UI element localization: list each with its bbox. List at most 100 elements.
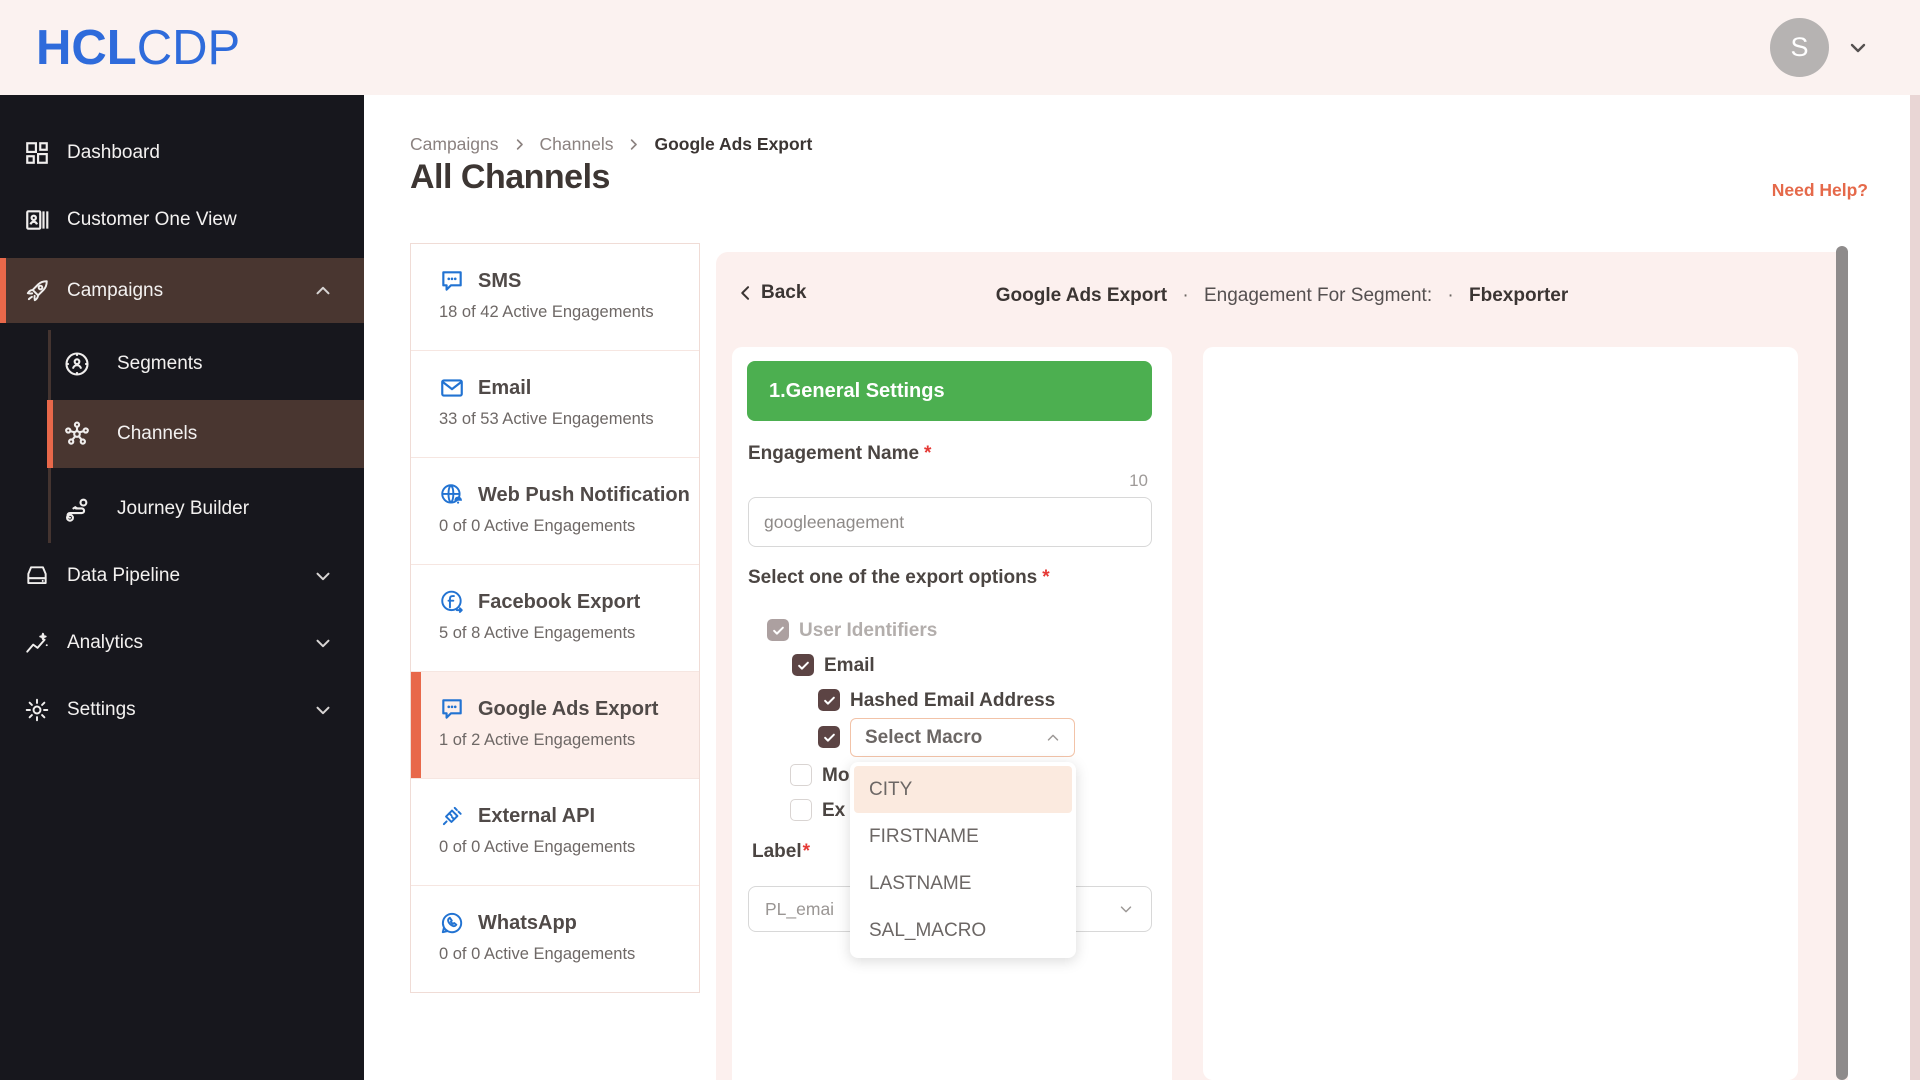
channel-item-facebook-export[interactable]: Facebook Export 5 of 8 Active Engagement… [411,565,699,672]
chevron-down-icon[interactable] [312,565,334,587]
dropdown-option-firstname[interactable]: FIRSTNAME [854,813,1072,860]
facebook-export-icon [441,590,463,613]
sidebar-item-journey-builder[interactable]: Journey Builder [0,475,364,543]
macro-dropdown-menu: CITY FIRSTNAME LASTNAME SAL_MACRO [850,762,1076,958]
chevron-down-icon[interactable] [312,699,334,721]
general-settings-header[interactable]: 1.General Settings [747,361,1152,421]
dashboard-icon [26,142,48,164]
engagement-name-label: Engagement Name * [748,443,932,464]
sidebar-item-label: Dashboard [67,142,160,163]
channel-name: Web Push Notification [478,483,690,506]
sidebar-item-settings[interactable]: Settings [0,682,364,738]
channel-item-external-api[interactable]: External API 0 of 0 Active Engagements [411,779,699,886]
sidebar-item-campaigns[interactable]: Campaigns [0,258,364,323]
panel-title: Google Ads Export · Engagement For Segme… [716,285,1848,307]
sidebar-item-label: Campaigns [67,279,164,301]
breadcrumb-campaigns[interactable]: Campaigns [410,134,499,155]
sidebar-item-label: Analytics [67,632,144,653]
sidebar-item-channels[interactable]: Channels [47,400,364,468]
sidebar-item-data-pipeline[interactable]: Data Pipeline [0,548,364,604]
checkbox-clipped-2[interactable] [790,799,812,821]
channel-item-google-ads-export[interactable]: Google Ads Export 1 of 2 Active Engageme… [411,672,699,779]
segment-name: Fbexporter [1469,285,1569,306]
sidebar-item-analytics[interactable]: Analytics [0,615,364,671]
channel-item-whatsapp[interactable]: WhatsApp 0 of 0 Active Engagements [411,886,699,993]
dropdown-option-sal-macro[interactable]: SAL_MACRO [854,907,1072,954]
panel-subtitle: Engagement For Segment: [1203,285,1433,306]
checkbox-hashed-email[interactable] [818,689,840,711]
checkbox-email[interactable] [792,654,814,676]
select-macro-dropdown[interactable]: Select Macro [850,718,1075,757]
channel-list: SMS 18 of 42 Active Engagements Email 33… [410,243,700,993]
sidebar-item-label: Segments [117,353,203,374]
data-pipeline-icon [27,566,47,585]
check-icon [823,733,835,742]
dropdown-option-lastname[interactable]: LASTNAME [854,860,1072,907]
channel-stats: 33 of 53 Active Engagements [439,410,654,428]
email-icon [441,379,463,397]
user-identifiers-label: User Identifiers [799,620,938,641]
required-asterisk: * [802,841,811,862]
breadcrumb: Campaigns Channels Google Ads Export [410,134,812,155]
channel-item-email[interactable]: Email 33 of 53 Active Engagements [411,351,699,458]
chevron-up-icon[interactable] [312,280,334,302]
sidebar-item-customer-one-view[interactable]: Customer One View [0,192,364,248]
clipped-option-label-1: Mo [822,765,850,786]
channel-item-web-push[interactable]: Web Push Notification 0 of 0 Active Enga… [411,458,699,565]
need-help-link[interactable]: Need Help? [1772,180,1868,201]
sidebar-item-dashboard[interactable]: Dashboard [0,125,364,181]
checkbox-select-macro[interactable] [818,726,840,748]
chevron-down-icon[interactable] [312,632,334,654]
logo-light: CDP [136,20,241,75]
hashed-email-label: Hashed Email Address [850,690,1056,711]
check-icon [797,661,809,670]
user-menu[interactable]: S [1770,0,1870,95]
settings-gear-icon [25,698,49,722]
page-title: All Channels [410,158,610,196]
channel-stats: 0 of 0 Active Engagements [439,838,636,856]
general-settings-card: 1.General Settings Engagement Name* 10 S… [732,347,1172,1080]
segments-icon [65,352,89,376]
breadcrumb-channels[interactable]: Channels [540,134,614,155]
sidebar: Dashboard Customer One View Campaigns Se… [0,95,364,1080]
check-icon [772,626,784,635]
engagement-name-input[interactable] [748,497,1152,547]
external-api-icon [442,806,462,826]
checkbox-clipped-1[interactable] [790,764,812,786]
channel-name: Google Ads Export [478,697,659,720]
panel-title-channel: Google Ads Export [995,285,1168,306]
export-options-label: Select one of the export options * [748,567,1050,588]
sidebar-item-segments[interactable]: Segments [0,330,364,398]
label-field-label: Label* [752,841,811,862]
channel-stats: 0 of 0 Active Engagements [439,945,636,963]
whatsapp-icon [441,912,463,934]
channel-stats: 0 of 0 Active Engagements [439,517,636,535]
customer-one-view-icon [26,210,49,230]
campaigns-rocket-icon [26,279,48,301]
vertical-scrollbar[interactable] [1836,246,1848,1080]
sidebar-item-label: Customer One View [67,209,237,230]
chevron-right-icon [516,139,523,150]
sidebar-item-label: Settings [67,699,136,720]
channel-stats: 18 of 42 Active Engagements [439,303,654,321]
avatar[interactable]: S [1770,18,1829,77]
hcl-cdp-logo: HCL CDP [36,20,240,76]
sidebar-item-label: Journey Builder [117,498,250,519]
analytics-icon [26,632,48,653]
channel-stats: 1 of 2 Active Engagements [439,731,636,749]
web-push-icon [441,484,462,504]
checkbox-user-identifiers[interactable] [767,619,789,641]
logo-bold: HCL [36,20,137,75]
dropdown-option-city[interactable]: CITY [854,766,1072,813]
required-asterisk: * [1042,567,1050,588]
google-ads-export-icon [442,699,462,719]
channel-item-sms[interactable]: SMS 18 of 42 Active Engagements [411,244,699,351]
channel-name: Facebook Export [478,590,641,613]
required-asterisk: * [924,443,932,464]
channel-stats: 5 of 8 Active Engagements [439,624,636,642]
dot-separator: · [1447,285,1454,306]
channels-icon [65,421,89,445]
chevron-down-icon [1120,906,1132,913]
select-macro-placeholder: Select Macro [865,726,983,748]
chevron-down-icon[interactable] [1846,36,1870,60]
